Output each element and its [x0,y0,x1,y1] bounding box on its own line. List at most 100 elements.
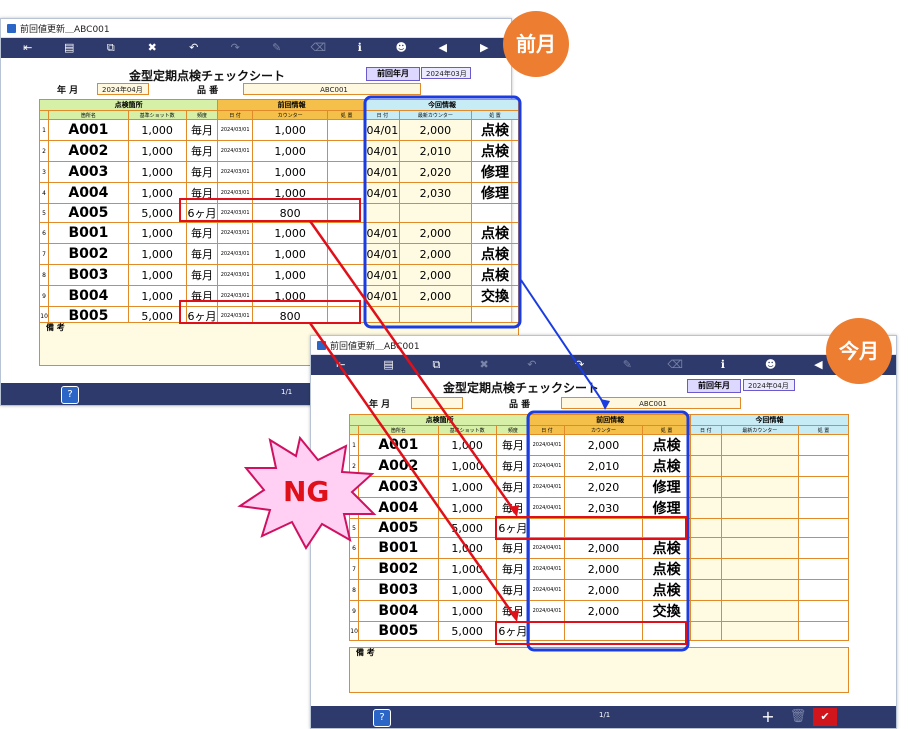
latest-counter-cell[interactable] [720,476,800,498]
pen-icon[interactable]: ✎ [268,38,286,58]
redo-icon[interactable]: ↷ [226,38,244,58]
prev-action-cell[interactable] [327,203,367,223]
prev-counter-cell[interactable]: 2,020 [563,476,644,498]
prev-counter-cell[interactable]: 2,000 [563,537,644,559]
prev-date-cell[interactable]: 2024/04/01 [529,579,565,601]
prev-counter-cell[interactable]: 2,000 [563,579,644,601]
cur-date-cell[interactable]: 04/01 [365,140,400,162]
check-confirm-icon[interactable]: ✔ [813,708,837,726]
prev-action-cell[interactable] [327,222,367,244]
copy-icon[interactable]: ⧉ [102,38,120,58]
prev-action-cell[interactable]: 点検 [642,434,692,456]
eraser-icon[interactable]: ⌫ [309,38,327,58]
cur-action-cell[interactable] [798,579,849,601]
prev-action-cell[interactable] [327,243,367,265]
prev-date-cell[interactable]: 2024/03/01 [217,182,253,204]
cur-date-cell[interactable] [690,537,722,559]
prev-counter-cell[interactable]: 800 [251,203,329,223]
cur-date-cell[interactable] [690,600,722,622]
undo-icon[interactable]: ↶ [523,355,541,375]
copy-icon[interactable]: ⧉ [427,355,445,375]
prev-counter-cell[interactable]: 1,000 [251,119,329,141]
cur-action-cell[interactable] [798,537,849,559]
cur-date-cell[interactable]: 04/01 [365,222,400,244]
cur-date-cell[interactable] [690,558,722,580]
latest-counter-cell[interactable] [720,455,800,477]
cur-action-cell[interactable]: 点検 [471,264,519,286]
prev-counter-cell[interactable] [563,518,644,538]
prev-action-cell[interactable] [327,264,367,286]
prev-counter-cell[interactable]: 2,030 [563,497,644,519]
prev-date-cell[interactable]: 2024/04/01 [529,497,565,519]
cur-action-cell[interactable]: 点検 [471,222,519,244]
prev-counter-cell[interactable]: 1,000 [251,140,329,162]
latest-counter-cell[interactable] [720,579,800,601]
prev-date-cell[interactable] [529,621,565,641]
help-button[interactable]: ? [61,386,79,404]
redo-icon[interactable]: ↷ [571,355,589,375]
cur-date-cell[interactable] [690,497,722,519]
prev-counter-cell[interactable]: 1,000 [251,222,329,244]
prev-date-cell[interactable]: 2024/03/01 [217,222,253,244]
add-icon[interactable]: + [759,707,777,727]
prev-action-cell[interactable]: 交換 [642,600,692,622]
latest-counter-cell[interactable]: 2,010 [398,140,473,162]
cur-action-cell[interactable] [798,518,849,538]
prev-action-cell[interactable]: 点検 [642,579,692,601]
help-button[interactable]: ? [373,709,391,727]
pen-icon[interactable]: ✎ [618,355,636,375]
prev-page-icon[interactable]: ◀ [434,38,452,58]
latest-counter-cell[interactable]: 2,000 [398,119,473,141]
cur-action-cell[interactable]: 交換 [471,285,519,307]
prev-action-cell[interactable] [327,182,367,204]
prev-date-cell[interactable] [529,518,565,538]
cur-date-cell[interactable]: 04/01 [365,264,400,286]
cur-date-cell[interactable] [365,203,400,223]
save-icon[interactable]: ▤ [60,38,78,58]
product-field[interactable]: ABC001 [243,83,421,95]
prev-date-cell[interactable]: 2024/04/01 [529,600,565,622]
prev-counter-cell[interactable]: 2,000 [563,600,644,622]
cur-date-cell[interactable]: 04/01 [365,119,400,141]
prev-date-cell[interactable]: 2024/04/01 [529,476,565,498]
info-icon[interactable]: ℹ [714,355,732,375]
latest-counter-cell[interactable] [720,621,800,641]
prev-date-cell[interactable]: 2024/03/01 [217,285,253,307]
prev-date-cell[interactable]: 2024/03/01 [217,161,253,183]
cur-action-cell[interactable]: 点検 [471,140,519,162]
latest-counter-cell[interactable]: 2,000 [398,222,473,244]
undo-icon[interactable]: ↶ [185,38,203,58]
year-month-field[interactable] [411,397,463,409]
prev-date-cell[interactable]: 2024/03/01 [217,243,253,265]
prev-action-cell[interactable]: 点検 [642,558,692,580]
cur-date-cell[interactable] [690,621,722,641]
cur-action-cell[interactable]: 修理 [471,161,519,183]
prev-counter-cell[interactable]: 2,000 [563,434,644,456]
latest-counter-cell[interactable] [720,558,800,580]
cur-action-cell[interactable] [798,476,849,498]
prev-date-cell[interactable]: 2024/04/01 [529,434,565,456]
year-month-field[interactable]: 2024年04月 [97,83,149,95]
prev-action-cell[interactable] [327,119,367,141]
cur-date-cell[interactable] [690,455,722,477]
prev-counter-cell[interactable]: 1,000 [251,285,329,307]
cur-action-cell[interactable] [798,455,849,477]
cur-action-cell[interactable] [798,434,849,456]
info-icon[interactable]: ℹ [351,38,369,58]
prev-action-cell[interactable] [327,285,367,307]
cur-action-cell[interactable] [798,558,849,580]
save-icon[interactable]: ▤ [380,355,398,375]
latest-counter-cell[interactable] [720,537,800,559]
cur-date-cell[interactable] [690,518,722,538]
prev-counter-cell[interactable]: 2,010 [563,455,644,477]
cur-date-cell[interactable] [690,434,722,456]
exit-icon[interactable]: ⇤ [332,355,350,375]
cur-action-cell[interactable]: 点検 [471,119,519,141]
prev-counter-cell[interactable] [563,621,644,641]
latest-counter-cell[interactable] [398,203,473,223]
cur-date-cell[interactable]: 04/01 [365,285,400,307]
cur-action-cell[interactable] [798,497,849,519]
prev-action-cell[interactable] [642,621,692,641]
next-page-icon[interactable]: ▶ [475,38,493,58]
delete-icon[interactable]: ✖ [475,355,493,375]
